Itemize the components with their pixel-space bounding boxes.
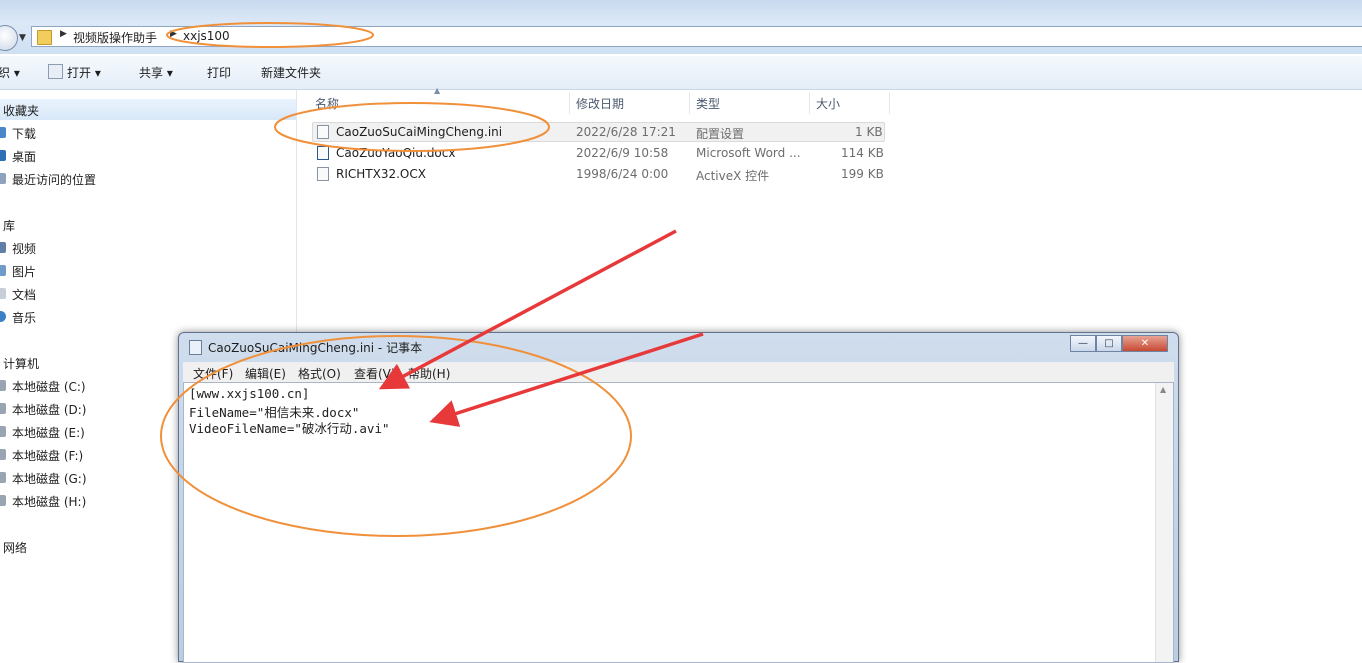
- notepad-menubar: 文件(F) 编辑(E) 格式(O) 查看(V) 帮助(H): [183, 362, 1174, 382]
- nav-item-drive-c[interactable]: 本地磁盘 (C:): [12, 378, 86, 395]
- breadcrumb-arrow-icon[interactable]: ▶: [170, 29, 177, 39]
- nav-item-drive-f[interactable]: 本地磁盘 (F:): [12, 447, 83, 464]
- text-line: [www.xxjs100.cn]: [189, 386, 310, 401]
- nav-item-drive-d[interactable]: 本地磁盘 (D:): [12, 401, 86, 418]
- notepad-window: CaoZuoSuCaiMingCheng.ini - 记事本 — □ ✕ 文件(…: [178, 332, 1179, 663]
- close-button[interactable]: ✕: [1122, 335, 1168, 352]
- nav-item-videos[interactable]: 视频: [12, 240, 36, 257]
- column-header-size[interactable]: 大小: [816, 95, 840, 115]
- address-bar[interactable]: ▶ 视频版操作助手 ▶ xxjs100: [31, 26, 1362, 47]
- print-button[interactable]: 打印: [207, 64, 231, 81]
- desktop-icon: [0, 150, 6, 161]
- nav-item-drive-h[interactable]: 本地磁盘 (H:): [12, 493, 86, 510]
- nav-item-drive-g[interactable]: 本地磁盘 (G:): [12, 470, 87, 487]
- menu-edit[interactable]: 编辑(E): [245, 365, 286, 382]
- column-header-type[interactable]: 类型: [696, 95, 720, 115]
- history-dropdown-icon[interactable]: ▼: [19, 33, 26, 43]
- video-library-icon: [0, 242, 6, 253]
- organize-button[interactable]: 织 ▾: [0, 64, 20, 81]
- minimize-button[interactable]: —: [1070, 335, 1096, 352]
- menu-view[interactable]: 查看(V): [354, 365, 396, 382]
- nav-network[interactable]: 网络: [3, 539, 27, 556]
- sort-ascending-icon: ▲: [434, 86, 441, 95]
- download-icon: [0, 127, 6, 138]
- nav-item-documents[interactable]: 文档: [12, 286, 36, 303]
- nav-item-desktop[interactable]: 桌面: [12, 148, 36, 165]
- text-line: VideoFileName="破冰行动.avi": [189, 421, 390, 436]
- menu-help[interactable]: 帮助(H): [408, 365, 450, 382]
- activex-control-icon: [317, 167, 329, 181]
- open-label: 打开: [67, 66, 92, 80]
- file-name[interactable]: CaoZuoSuCaiMingCheng.ini: [336, 125, 502, 139]
- file-size: 1 KB: [855, 125, 883, 139]
- drive-icon: [0, 449, 6, 460]
- documents-library-icon: [0, 288, 6, 299]
- file-date: 2022/6/28 17:21: [576, 125, 676, 139]
- file-type: 配置设置: [696, 127, 745, 141]
- column-divider[interactable]: [809, 92, 810, 114]
- ini-settings-file-icon: [317, 125, 329, 139]
- file-type: Microsoft Word ...: [696, 146, 801, 160]
- file-name[interactable]: RICHTX32.OCX: [336, 167, 426, 181]
- breadcrumb-arrow-icon[interactable]: ▶: [60, 29, 67, 39]
- nav-item-downloads[interactable]: 下载: [12, 125, 36, 142]
- nav-item-pictures[interactable]: 图片: [12, 263, 36, 280]
- nav-computer[interactable]: 计算机: [3, 355, 39, 372]
- command-toolbar: 织 ▾ 打开 ▾ 共享 ▾ 打印 新建文件夹: [0, 56, 1362, 90]
- notepad-title: CaoZuoSuCaiMingCheng.ini - 记事本: [208, 341, 423, 355]
- column-divider[interactable]: [889, 92, 890, 114]
- menu-format[interactable]: 格式(O): [298, 365, 341, 382]
- drive-icon: [0, 380, 6, 391]
- share-label: 共享: [139, 66, 164, 80]
- open-icon: [48, 64, 63, 79]
- vertical-scrollbar[interactable]: ▲: [1155, 383, 1173, 662]
- drive-icon: [0, 403, 6, 414]
- share-button[interactable]: 共享 ▾: [139, 64, 173, 81]
- file-size: 199 KB: [841, 167, 884, 181]
- menu-file[interactable]: 文件(F): [193, 365, 233, 382]
- scroll-up-icon[interactable]: ▲: [1160, 385, 1166, 394]
- file-date: 1998/6/24 0:00: [576, 167, 669, 181]
- file-date: 2022/6/9 10:58: [576, 146, 669, 160]
- column-header-date[interactable]: 修改日期: [576, 95, 624, 115]
- breadcrumb-item[interactable]: 视频版操作助手: [73, 29, 157, 46]
- notepad-text-area[interactable]: [www.xxjs100.cn] FileName="相信未来.docx" Vi…: [183, 382, 1174, 663]
- file-type: ActiveX 控件: [696, 169, 770, 183]
- open-button[interactable]: 打开 ▾: [48, 64, 101, 81]
- folder-icon: [37, 30, 52, 45]
- drive-icon: [0, 426, 6, 437]
- column-divider[interactable]: [689, 92, 690, 114]
- nav-item-drive-e[interactable]: 本地磁盘 (E:): [12, 424, 85, 441]
- drive-icon: [0, 472, 6, 483]
- nav-item-music[interactable]: 音乐: [12, 309, 36, 326]
- favorites-header-highlight: [0, 99, 296, 120]
- nav-libraries[interactable]: 库: [3, 217, 15, 234]
- drive-icon: [0, 495, 6, 506]
- window-top-strip: [0, 0, 1362, 22]
- column-divider[interactable]: [569, 92, 570, 114]
- new-folder-button[interactable]: 新建文件夹: [261, 64, 321, 81]
- breadcrumb-item[interactable]: xxjs100: [183, 29, 230, 43]
- file-name[interactable]: CaoZuoYaoQiu.docx: [336, 146, 455, 160]
- maximize-button[interactable]: □: [1096, 335, 1122, 352]
- pictures-library-icon: [0, 265, 6, 276]
- nav-favorites[interactable]: 收藏夹: [3, 102, 39, 119]
- file-size: 114 KB: [841, 146, 884, 160]
- column-header-name[interactable]: 名称: [315, 95, 339, 115]
- word-document-icon: [317, 146, 329, 160]
- notepad-icon: [189, 340, 202, 355]
- recent-places-icon: [0, 173, 6, 184]
- nav-item-recent[interactable]: 最近访问的位置: [12, 171, 96, 188]
